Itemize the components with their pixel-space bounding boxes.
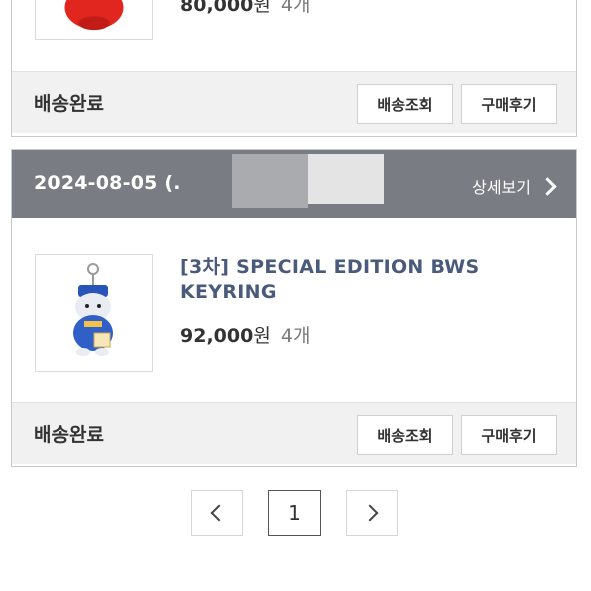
order-item-1: 80,000원 4개 — [12, 0, 576, 70]
item-quantity: 4개 — [280, 325, 311, 347]
order-detail-link[interactable]: 상세보기 — [472, 174, 557, 198]
next-page-button[interactable] — [346, 490, 398, 536]
keyring-plush-image — [73, 263, 113, 356]
status-bar: 배송완료 배송조회 구매후기 — [12, 71, 576, 133]
currency-unit: 원 — [253, 325, 271, 347]
chevron-left-icon — [210, 504, 228, 522]
status-bar: 배송완료 배송조회 구매후기 — [12, 402, 576, 464]
red-plush-image — [64, 0, 124, 31]
page-number-button[interactable]: 1 — [268, 490, 321, 536]
order-date: 2024-08-05 (. — [34, 172, 181, 194]
track-delivery-button[interactable]: 배송조회 — [357, 84, 453, 124]
order-item-2: [3차] SPECIAL EDITION BWS KEYRING 92,000원… — [12, 218, 576, 402]
write-review-button[interactable]: 구매후기 — [461, 84, 557, 124]
item-name[interactable]: [3차] SPECIAL EDITION BWS KEYRING — [180, 255, 540, 305]
price-line: 80,000원 4개 — [180, 0, 310, 17]
delivery-status: 배송완료 — [34, 424, 104, 446]
delivery-status: 배송완료 — [34, 93, 104, 115]
redacted-order-number — [232, 154, 384, 212]
price-line: 92,000원 4개 — [180, 321, 310, 348]
item-price: 92,000 — [180, 325, 254, 347]
order-card-1: 80,000원 4개 배송완료 배송조회 구매후기 — [11, 0, 577, 137]
currency-unit: 원 — [253, 0, 271, 16]
product-thumbnail[interactable] — [35, 254, 153, 372]
detail-link-label: 상세보기 — [472, 178, 531, 197]
item-quantity: 4개 — [280, 0, 311, 16]
prev-page-button[interactable] — [191, 490, 243, 536]
chevron-right-icon — [538, 176, 557, 196]
product-thumbnail[interactable] — [35, 0, 153, 40]
order-card-2: 2024-08-05 (. 상세보기 [3차] SPECIAL EDITION … — [11, 149, 577, 467]
item-price: 80,000 — [180, 0, 254, 16]
chevron-right-icon — [361, 504, 379, 522]
order-header: 2024-08-05 (. 상세보기 — [12, 150, 576, 218]
write-review-button[interactable]: 구매후기 — [461, 415, 557, 455]
track-delivery-button[interactable]: 배송조회 — [357, 415, 453, 455]
